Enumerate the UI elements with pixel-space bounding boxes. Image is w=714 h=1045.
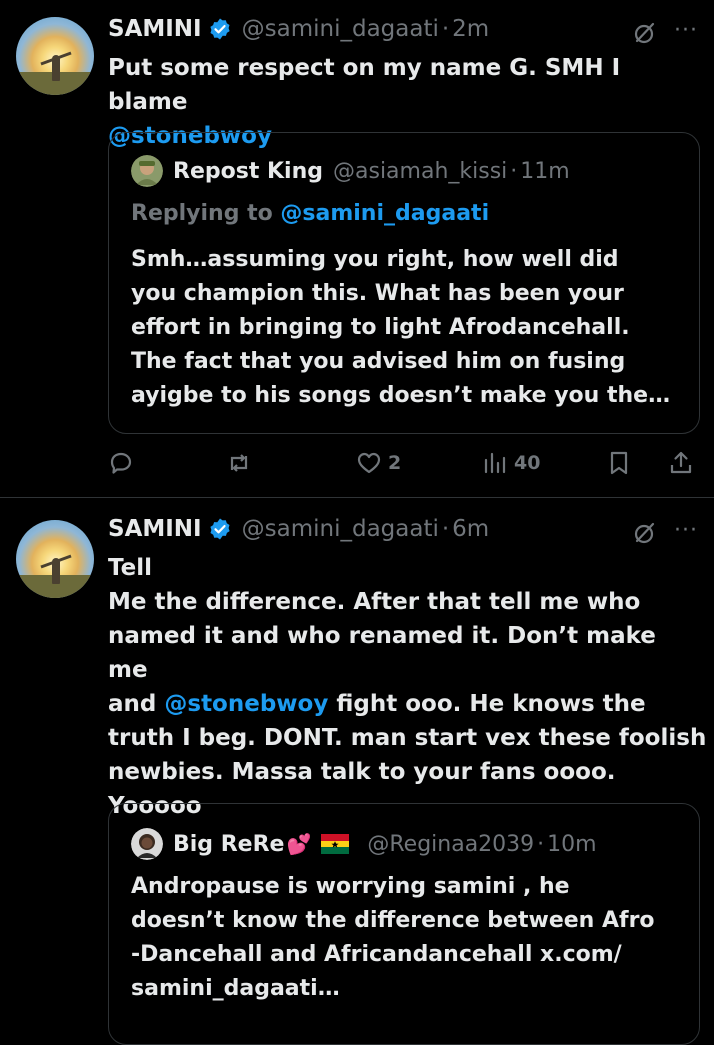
share-icon [670,451,692,474]
quote-text: Andropause is worrying samini , he doesn… [131,870,691,1006]
repost-button[interactable] [226,450,258,476]
separator-dot: · [441,16,450,42]
quote-author-handle: @asiamah_kissi [333,158,508,184]
author-name[interactable]: SAMINI [108,516,202,542]
tweet-1[interactable]: SAMINI @samini_dagaati · 2m ··· Put some… [0,0,714,497]
tweet-text-line: and [108,691,157,717]
quote-text-line: ayigbe to his songs doesn’t make you the… [131,383,671,408]
replying-to-handle[interactable]: @samini_dagaati [280,201,489,226]
timestamp[interactable]: 2m [452,16,489,42]
author-name[interactable]: SAMINI [108,16,202,42]
bookmark-icon [610,451,628,475]
more-options-icon[interactable]: ··· [674,518,698,543]
reply-button[interactable] [108,450,140,476]
tweet-2[interactable]: SAMINI @samini_dagaati · 6m ··· Tell Me … [0,498,714,1045]
tweet-text-line: named it and who renamed it. Don’t make … [108,623,656,683]
tweet-text-line: fight ooo. He knows the [336,691,646,717]
quote-header: Repost King @asiamah_kissi · 11m [131,155,570,187]
verified-badge-icon [210,18,230,40]
verified-badge-icon [210,518,230,540]
tweet-text-line: Me the difference. After that tell me wh… [108,589,641,615]
replying-to: Replying to @samini_dagaati [131,201,489,226]
tweet-text: Tell Me the difference. After that tell … [108,551,707,823]
author-handle[interactable]: @samini_dagaati [242,16,439,42]
quote-author-handle: @Reginaa2039 [367,831,535,857]
views-count: 40 [514,452,541,474]
tweet-header: SAMINI @samini_dagaati · 2m [108,16,489,42]
grok-icon[interactable] [632,20,658,46]
share-button[interactable] [668,450,694,476]
grok-icon[interactable] [632,520,658,546]
heart-icon [357,452,381,474]
tweet-text-line: newbies. Massa talk to your fans oooo. [108,759,616,785]
action-bar: 2 40 [108,450,698,480]
quote-text-line: samini_dagaati… [131,976,340,1001]
quote-author-name: Repost King [173,158,323,184]
repost-icon [230,454,248,472]
avatar[interactable] [16,520,94,598]
bookmark-button[interactable] [606,450,632,476]
quote-text-line: doesn’t know the difference between Afro [131,908,655,933]
quote-timestamp: 11m [520,158,570,184]
ghana-flag-icon [321,834,350,854]
quoted-tweet[interactable]: Big ReRe 💕 @Reginaa2039 · 10m Andropause… [108,803,700,1045]
two-hearts-emoji: 💕 [286,832,312,856]
quote-text-line: Andropause is worrying samini , he [131,874,570,899]
quote-text-line: Smh…assuming you right, how well did [131,247,619,272]
quote-avatar [131,155,163,187]
views-chart-icon [484,452,506,474]
quote-text-line: you champion this. What has been your [131,281,624,306]
quote-header: Big ReRe 💕 @Reginaa2039 · 10m [131,828,597,860]
separator-dot: · [510,158,518,184]
tweet-text-line: Tell [108,555,153,581]
quote-author-name: Big ReRe [173,831,285,857]
quote-text-line: effort in bringing to light Afrodancehal… [131,315,630,340]
quote-text: Smh…assuming you right, how well did you… [131,243,681,413]
quoted-tweet[interactable]: Repost King @asiamah_kissi · 11m Replyin… [108,132,700,434]
tweet-header: SAMINI @samini_dagaati · 6m [108,516,489,542]
quote-text-line: -Dancehall and Africandancehall x.com/ [131,942,622,967]
tweet-text-line: Put some respect on my name G. SMH I bla… [108,55,621,115]
views-button[interactable]: 40 [482,450,540,476]
more-options-icon[interactable]: ··· [674,18,698,43]
separator-dot: · [441,516,450,542]
quote-avatar [131,828,163,860]
tweet-text-line: truth I beg. DONT. man start vex these f… [108,725,707,751]
author-handle[interactable]: @samini_dagaati [242,516,439,542]
like-count: 2 [388,452,402,474]
like-button[interactable]: 2 [356,450,401,476]
separator-dot: · [537,831,545,857]
mention-link[interactable]: @stonebwoy [164,691,328,717]
reply-icon [110,452,132,474]
quote-timestamp: 10m [547,831,597,857]
replying-to-label: Replying to [131,201,273,226]
timestamp[interactable]: 6m [452,516,489,542]
quote-text-line: The fact that you advised him on fusing [131,349,626,374]
avatar[interactable] [16,17,94,95]
